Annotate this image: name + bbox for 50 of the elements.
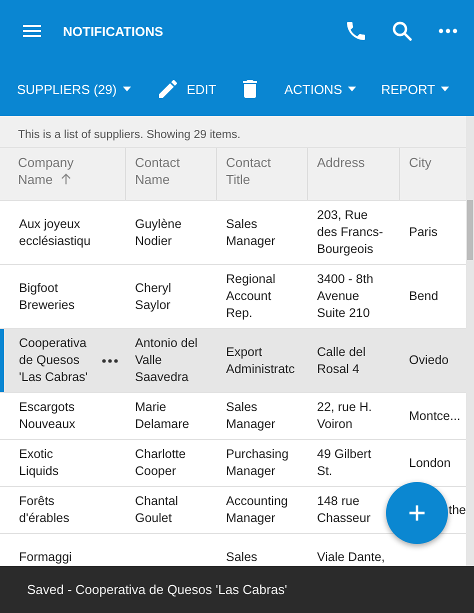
dropdown-button[interactable]: REPORT [376,78,458,100]
table-cell-text: 148 rue Chasseur [317,493,372,527]
table-cell-text: Export Administratc [226,344,296,378]
table-cell-text: Forêts d'érables [19,493,70,527]
search-icon[interactable] [390,19,414,43]
dropdown-button[interactable]: SUPPLIERS (29) [12,78,139,100]
table-cell-text: Antonio del Valle Saavedra [135,335,199,386]
table-cell: Montce... [409,408,460,424]
scrollbar-thumb[interactable] [467,200,473,260]
table-cell-text: Accounting Manager [226,493,289,527]
add-button[interactable] [386,482,448,544]
table-cell-text: 22, rue H. Voiron [317,399,373,433]
table-cell-text: Regional Account Rep. [226,271,276,322]
table-cell-text: Escargots Nouveaux [19,399,76,433]
table-cell: the [448,502,466,518]
table-cell: Sales [226,548,258,566]
table-cell: London [409,454,451,472]
table-cell: Oviedo [409,352,449,369]
edit-button[interactable]: EDIT [150,73,222,105]
app-title: NOTIFICATIONS [63,24,164,38]
table-cell-text: 203, Rue des Francs-Bourgeois [317,207,384,258]
column-header[interactable]: Contact Name [125,148,216,200]
dropdown-button[interactable]: ACTIONS [279,78,364,100]
table-cell: Viale Dante, [317,548,385,566]
column-header[interactable]: Contact Title [216,148,307,200]
table-cell-text: Calle del Rosal 4 [317,344,367,378]
table-cell-text: Cheryl Saylor [135,280,172,314]
list-description: This is a list of suppliers. Showing 29 items. [0,116,466,147]
table-cell-text: Sales Manager [226,399,276,433]
table-cell-text: Exotic Liquids [19,446,60,480]
table-cell-text: Charlotte Cooper [135,446,187,480]
table-cell: Formaggi [19,548,72,566]
table-cell-text: Purchasing Manager [226,446,290,480]
phone-icon[interactable] [344,19,368,43]
table-cell-text: Bigfoot Breweries [19,280,76,314]
column-header[interactable]: Address [307,148,399,200]
table-cell-text: 3400 - 8th Avenue Suite 210 [317,271,374,322]
column-header[interactable]: Company Name [0,148,125,200]
table-row[interactable]: Escargots Nouveaux Marie Delamare Sales Manager 22, rue H. Voiron Montce... [0,393,466,440]
table-cell: Bend [409,288,438,305]
table-cell-text: Chantal Goulet [135,493,180,527]
table-cell: Paris [409,224,438,241]
snackbar-message: Saved - Cooperativa de Quesos 'Las Cabras' [27,582,288,597]
table-cell-text: Marie Delamare [135,399,190,433]
table-cell-text: Guylène Nodier [135,216,183,250]
table-cell-text: Aux joyeux ecclésiastiqu [19,216,92,250]
table-cell-text: Cooperativa de Quesos 'Las Cabras' [19,335,89,386]
table-cell-text: 49 Gilbert St. [317,446,372,480]
table-cell-text: Sales Manager [226,216,276,250]
table-row[interactable]: Cooperativa de Quesos 'Las Cabras' Antonio del Valle Saavedra Export Administratc Calle del Rosal 4 Oviedo [0,329,466,393]
